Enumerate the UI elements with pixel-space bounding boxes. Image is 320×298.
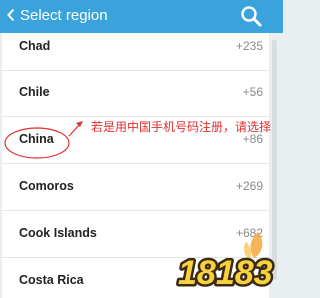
region-code: +86 bbox=[242, 132, 263, 146]
region-row-chad[interactable]: Chad +235 bbox=[2, 33, 269, 71]
region-code: +235 bbox=[235, 39, 263, 53]
site-watermark-logo: 18183 18183 bbox=[176, 232, 275, 294]
region-name: China bbox=[19, 132, 54, 146]
search-icon[interactable] bbox=[240, 5, 262, 27]
region-name: Cook Islands bbox=[19, 226, 97, 240]
region-name: Chad bbox=[19, 39, 51, 53]
svg-text:18183: 18183 bbox=[178, 254, 273, 292]
region-name: Chile bbox=[19, 85, 50, 99]
page-title: Select region bbox=[20, 7, 108, 24]
chevron-left-icon[interactable] bbox=[7, 8, 15, 22]
region-code: +269 bbox=[235, 179, 263, 193]
region-row-comoros[interactable]: Comoros +269 bbox=[2, 165, 269, 211]
region-name: Comoros bbox=[19, 179, 74, 193]
app-header: Select region bbox=[0, 0, 283, 33]
region-name: Costa Rica bbox=[19, 273, 84, 287]
region-row-chile[interactable]: Chile +56 bbox=[2, 71, 269, 117]
region-code: +56 bbox=[242, 85, 263, 99]
region-row-china[interactable]: China +86 bbox=[2, 118, 269, 164]
